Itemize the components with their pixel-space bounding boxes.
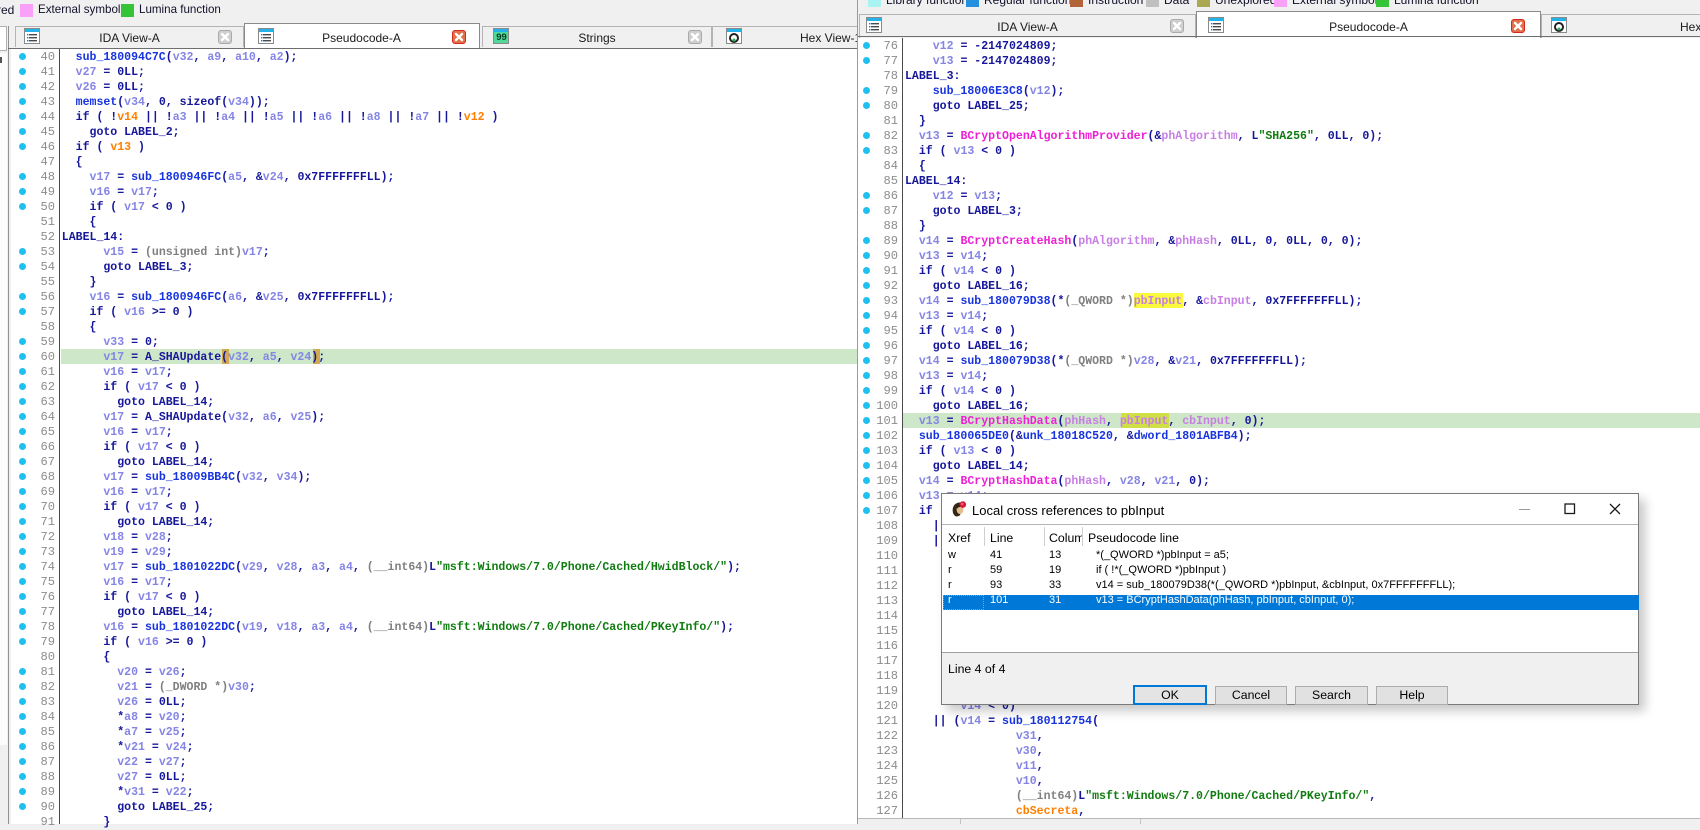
svg-text:99: 99 (496, 32, 507, 43)
